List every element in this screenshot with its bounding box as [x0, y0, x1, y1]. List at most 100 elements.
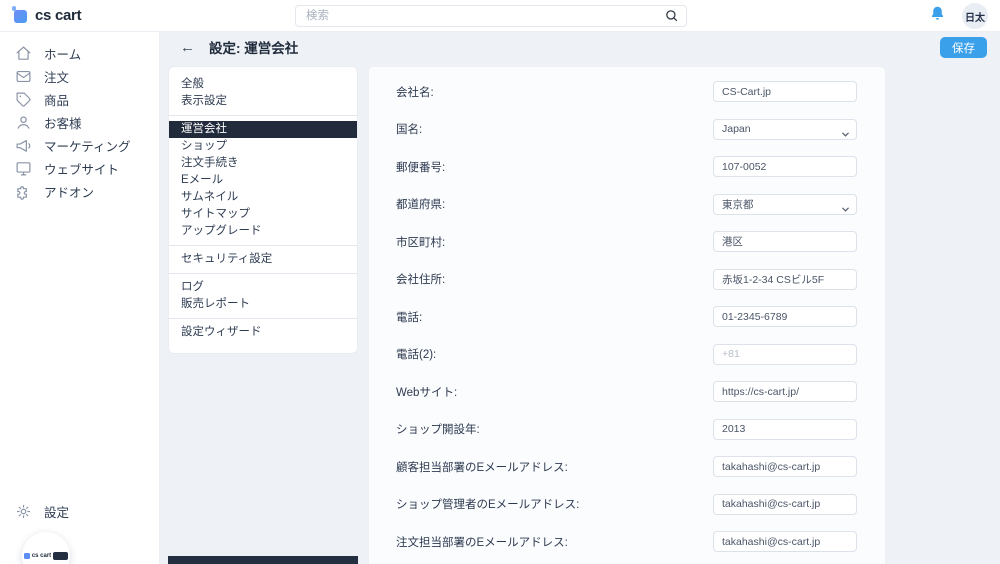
field-label: 都道府県: — [396, 199, 446, 211]
sidebar-item-label: 商品 — [44, 94, 70, 108]
notifications-bell-icon[interactable] — [929, 5, 946, 27]
settings-menu-item-upgrade[interactable]: アップグレード — [169, 223, 357, 240]
settings-menu-item-appearance[interactable]: 表示設定 — [169, 93, 357, 110]
sidebar-item-home[interactable]: ホーム — [0, 42, 159, 65]
main-sidebar: ホーム 注文 商品 お客様 マーケティング ウェブサイト アドオン 設定 cs … — [0, 32, 160, 564]
topbar: cs cart 日太 — [0, 0, 1000, 32]
home-icon — [15, 45, 33, 63]
sidebar-item-addons[interactable]: アドオン — [0, 180, 159, 203]
puzzle-icon — [15, 183, 33, 201]
form-row: 会社名: — [396, 81, 857, 102]
form-row: 注文担当部署のEメールアドレス: — [396, 531, 857, 552]
support-email-input[interactable] — [713, 456, 857, 477]
menu-divider — [169, 115, 357, 116]
website-input[interactable] — [713, 381, 857, 402]
form-row: 電話(2): — [396, 343, 857, 365]
cscart-logo-icon — [12, 6, 28, 23]
phone2-input[interactable] — [713, 343, 857, 365]
city-input[interactable] — [713, 231, 857, 252]
menu-divider — [169, 273, 357, 274]
back-arrow-icon[interactable]: ← — [160, 39, 209, 56]
global-search — [295, 5, 687, 27]
field-label: 郵便番号: — [396, 161, 446, 174]
company-settings-form: 会社名: 国名: Japan 郵便番号: 都道府県: — [368, 66, 886, 564]
settings-menu: 全般 表示設定 運営会社 ショップ 注文手続き Eメール サムネイル サイトマッ… — [168, 66, 358, 354]
settings-menu-item-wizard[interactable]: 設定ウィザード — [169, 324, 357, 341]
badge-logo-icon — [23, 553, 30, 559]
field-label: Webサイト: — [396, 386, 458, 399]
content-area: ← 設定: 運営会社 保存 全般 表示設定 運営会社 ショップ 注文手続き Eメ… — [160, 32, 1000, 564]
form-row: 電話: — [396, 306, 857, 327]
state-select[interactable]: 東京都 — [713, 193, 857, 215]
settings-menu-item-shop[interactable]: ショップ — [169, 138, 357, 155]
field-label: ショップ管理者のEメールアドレス: — [396, 499, 580, 511]
orders-email-input[interactable] — [713, 531, 857, 552]
search-input[interactable] — [295, 5, 687, 27]
sidebar-item-settings[interactable]: 設定 — [0, 500, 159, 523]
field-label: 電話: — [396, 311, 423, 324]
page-title: 設定: 運営会社 — [209, 41, 299, 56]
mail-icon — [15, 68, 33, 86]
field-label: 顧客担当部署のEメールアドレス: — [396, 461, 568, 474]
settings-menu-item-general[interactable]: 全般 — [169, 76, 357, 93]
bottom-peek-bar — [168, 556, 358, 564]
settings-menu-item-email[interactable]: Eメール — [169, 172, 357, 189]
field-label: ショップ開設年: — [396, 424, 480, 436]
gear-icon — [15, 503, 33, 521]
settings-menu-item-security[interactable]: セキュリティ設定 — [169, 251, 357, 268]
select-value: Japan — [722, 123, 751, 135]
cscart-logo[interactable]: cs cart — [0, 6, 82, 24]
sidebar-item-customers[interactable]: お客様 — [0, 111, 159, 134]
sidebar-item-label: ウェブサイト — [44, 163, 120, 177]
sidebar-item-products[interactable]: 商品 — [0, 88, 159, 111]
field-label: 市区町村: — [396, 236, 446, 249]
cscart-logo-text: cs cart — [35, 7, 82, 24]
sidebar-item-marketing[interactable]: マーケティング — [0, 134, 159, 157]
form-row: 都道府県: 東京都 — [396, 193, 857, 215]
start-year-input[interactable] — [713, 418, 857, 440]
user-avatar[interactable]: 日太 — [962, 3, 988, 29]
chevron-down-icon — [841, 126, 850, 144]
settings-menu-item-sales-reports[interactable]: 販売レポート — [169, 296, 357, 313]
phone-input[interactable] — [713, 306, 857, 327]
sidebar-item-label: 設定 — [44, 506, 70, 520]
menu-divider — [169, 245, 357, 246]
settings-menu-item-logs[interactable]: ログ — [169, 279, 357, 296]
megaphone-icon — [15, 137, 33, 155]
page-header: ← 設定: 運営会社 保存 — [160, 32, 1000, 62]
user-icon — [15, 114, 33, 132]
admin-email-input[interactable] — [713, 493, 857, 515]
monitor-icon — [15, 160, 33, 178]
sidebar-item-label: 注文 — [44, 71, 70, 85]
sidebar-item-orders[interactable]: 注文 — [0, 65, 159, 88]
form-row: ショップ管理者のEメールアドレス: — [396, 493, 857, 515]
company-name-input[interactable] — [713, 81, 857, 102]
badge-logo-text: cs cart — [31, 553, 52, 559]
country-select[interactable]: Japan — [713, 118, 857, 140]
cscart-version-badge[interactable]: cs cart — [22, 532, 70, 564]
menu-divider — [169, 318, 357, 319]
select-value: 東京都 — [722, 198, 754, 211]
form-row: 郵便番号: — [396, 156, 857, 177]
save-button[interactable]: 保存 — [940, 37, 987, 58]
sidebar-item-label: アドオン — [44, 186, 95, 200]
form-row: 市区町村: — [396, 231, 857, 252]
field-label: 注文担当部署のEメールアドレス: — [396, 536, 568, 549]
form-row: 会社住所: — [396, 268, 857, 290]
address-input[interactable] — [713, 268, 857, 290]
form-row: Webサイト: — [396, 381, 857, 402]
form-row: ショップ開設年: — [396, 418, 857, 440]
zipcode-input[interactable] — [713, 156, 857, 177]
sidebar-item-label: マーケティング — [44, 140, 131, 154]
field-label: 会社住所: — [396, 274, 446, 286]
chevron-down-icon — [841, 201, 850, 219]
settings-menu-item-company[interactable]: 運営会社 — [169, 121, 357, 138]
sidebar-item-website[interactable]: ウェブサイト — [0, 157, 159, 180]
search-icon[interactable] — [664, 8, 679, 28]
form-row: 顧客担当部署のEメールアドレス: — [396, 456, 857, 477]
settings-menu-item-sitemap[interactable]: サイトマップ — [169, 206, 357, 223]
badge-version-pill — [53, 552, 69, 560]
tag-icon — [15, 91, 33, 109]
settings-menu-item-checkout[interactable]: 注文手続き — [169, 155, 357, 172]
settings-menu-item-thumbnails[interactable]: サムネイル — [169, 189, 357, 206]
